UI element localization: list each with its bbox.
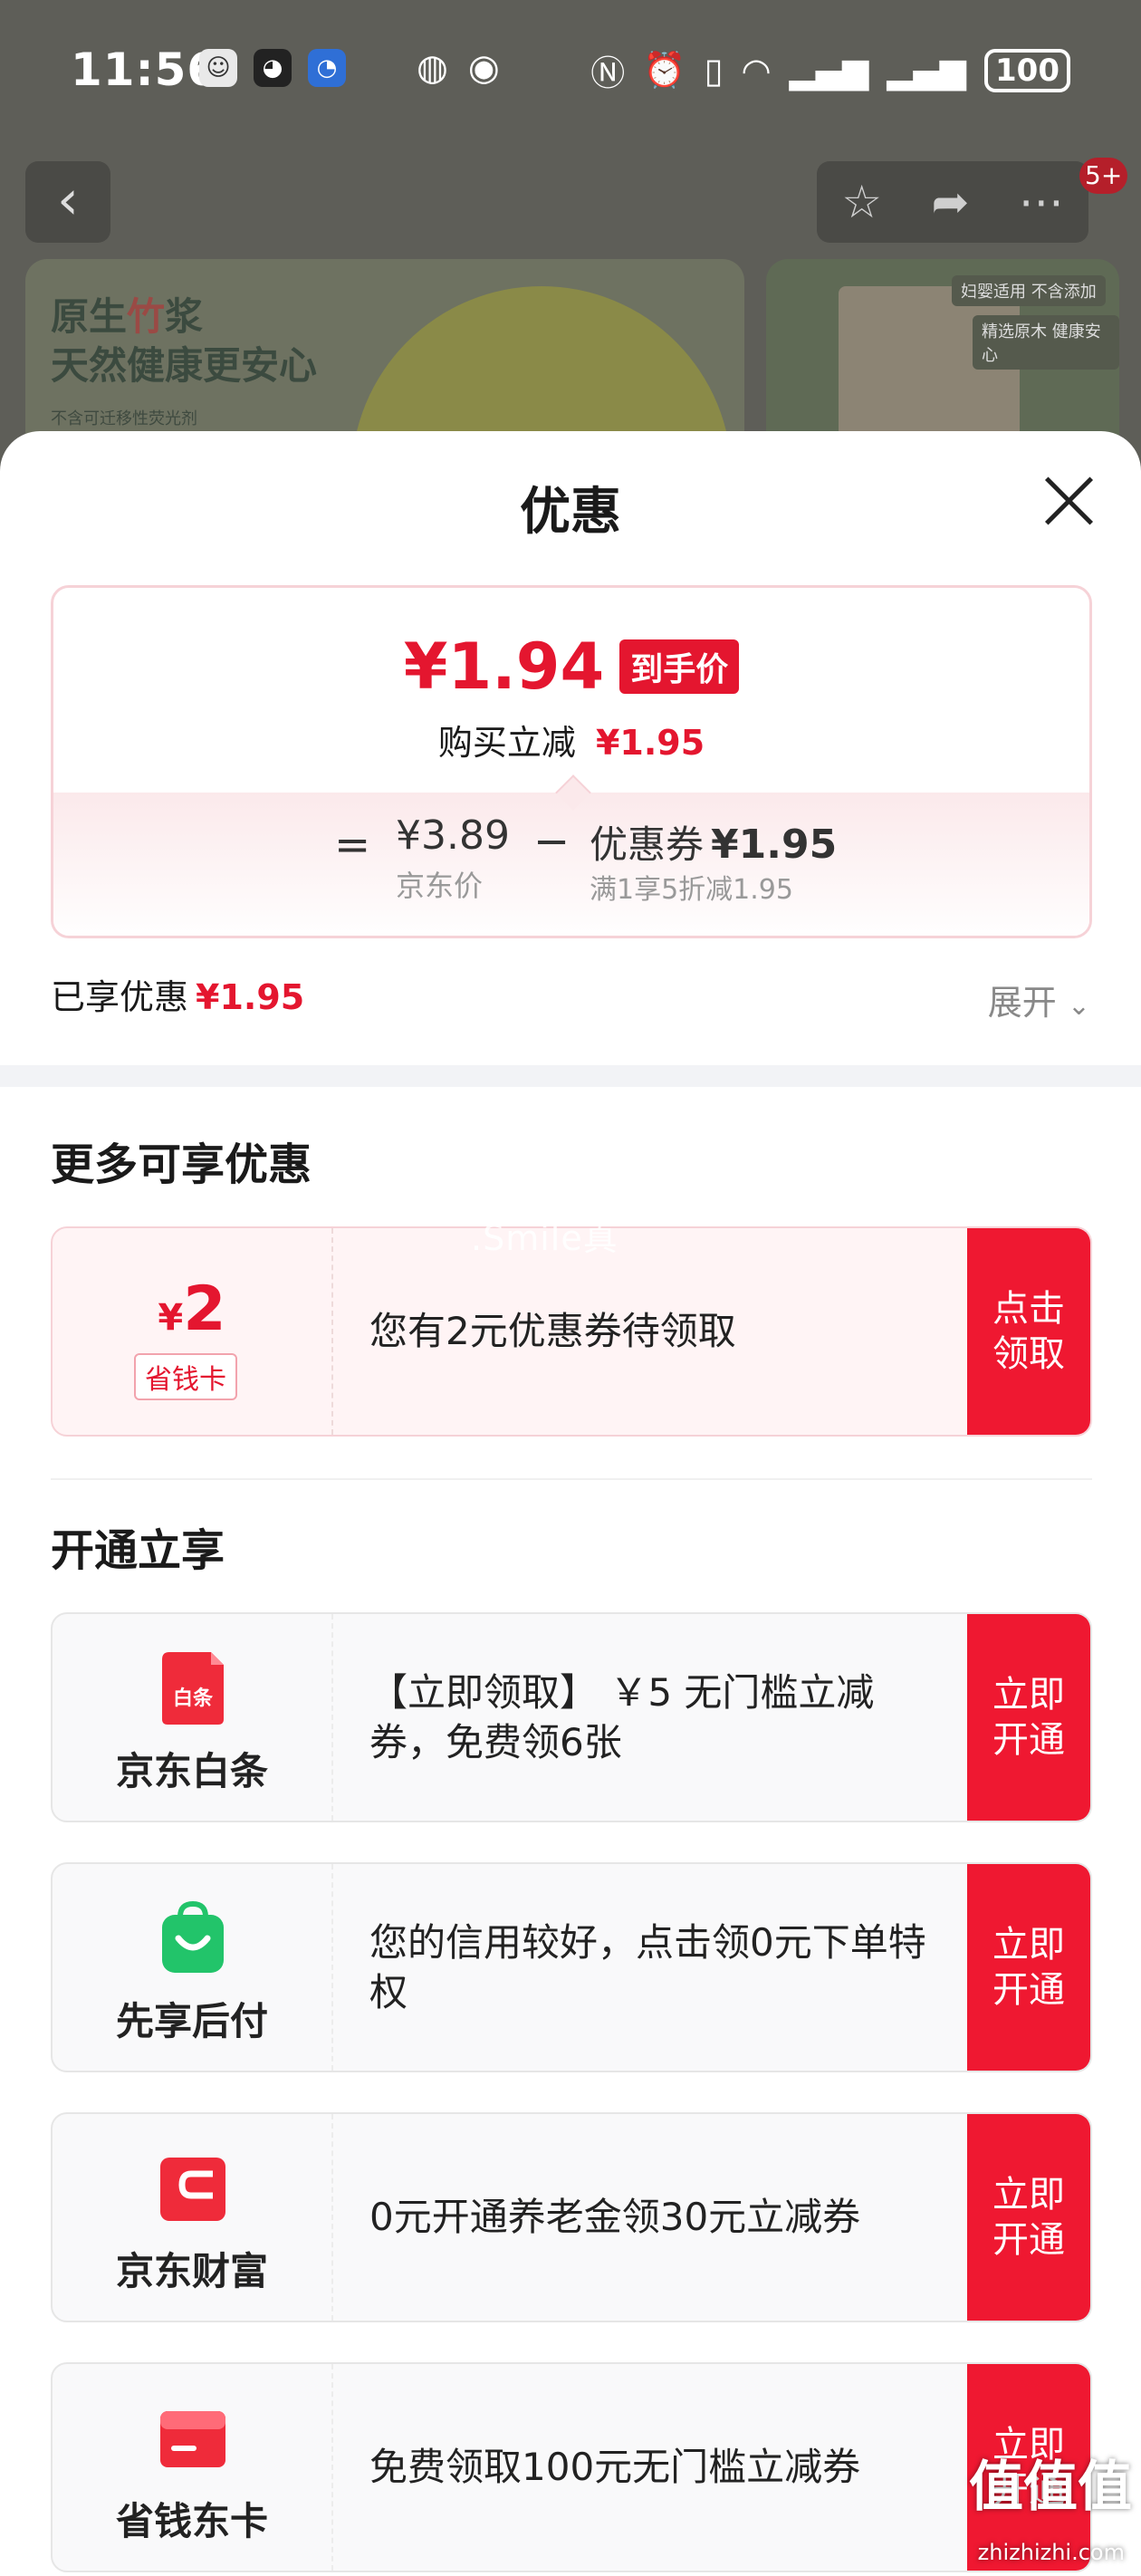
enjoyed-amount: ¥1.95 [196, 977, 305, 1017]
open-button[interactable]: 立即开通 [967, 2114, 1090, 2321]
open-section-title: 开通立享 [51, 1525, 225, 1576]
message-badge: 5+ [1079, 158, 1128, 194]
offer-text: 0元开通养老金领30元立减券 [369, 2195, 861, 2240]
coupon-rule: 满1享5折减1.95 [590, 874, 793, 906]
offer-text: 免费领取100元无门槛立减券 [369, 2445, 861, 2490]
offer-brand-area: 白条 京东白条 [53, 1614, 333, 1821]
banner-headline-2: 天然健康更安心 [51, 343, 318, 388]
battery-indicator: 100 [984, 48, 1070, 92]
wifi-icon: ◠ [741, 50, 772, 91]
discount-sheet: 优惠 ¥1.94 到手价 购买立减 ¥1.95 = ¥3.89 京东价 − 优惠… [0, 431, 1141, 2576]
wallet-icon [160, 2158, 225, 2221]
offer-item-xianxiang: 先享后付 您的信用较好，点击领0元下单特权 立即开通 [51, 1862, 1092, 2072]
qq-icon: ◕ [254, 49, 292, 87]
brand-name: 京东财富 [115, 2249, 268, 2293]
instant-discount-label: 购买立减 [437, 723, 576, 763]
close-icon[interactable] [1041, 473, 1096, 527]
offer-text: 您的信用较好，点击领0元下单特权 [369, 1919, 926, 2014]
product-banner-left: 原生竹浆 天然健康更安心 不含可迁移性荧光剂 [25, 259, 744, 458]
claim-coupon-button[interactable]: 点击领取 [967, 1228, 1090, 1435]
system-status-icons: Ⓝ ⏰ ▯ ◠ ▂▄▆ ▂▄▆ 100 [590, 45, 1070, 95]
app-blue-icon: ◔ [308, 49, 346, 87]
nfc-icon: Ⓝ [590, 53, 626, 93]
coupon-value: ¥2 [158, 1274, 226, 1345]
vibrate-icon: ▯ [704, 50, 724, 91]
coupon-offer-text: 您有2元优惠券待领取 [369, 1309, 736, 1354]
coupon-line: 优惠券 ¥1.95 [590, 814, 837, 870]
offer-brand-area: 先享后付 [53, 1864, 333, 2071]
instant-discount-row: 购买立减 ¥1.95 [53, 715, 1089, 764]
coupon-badge-area: ¥2 省钱卡 [53, 1228, 333, 1435]
price-formula: = ¥3.89 京东价 − 优惠券 ¥1.95 满1享5折减1.95 [53, 793, 1089, 936]
site-logo: 值值值 [969, 2456, 1132, 2519]
signal-icon: ▂▄▆ [789, 50, 869, 91]
chevron-down-icon: ⌄ [1067, 990, 1090, 1022]
back-button[interactable]: ‹ [25, 161, 110, 243]
jd-price: ¥3.89 [396, 812, 510, 859]
minus-sign: − [533, 816, 570, 867]
more-offers-title: 更多可享优惠 [51, 1139, 312, 1190]
offer-brand-area: 京东财富 [53, 2114, 333, 2321]
open-button[interactable]: 立即开通 [967, 1614, 1090, 1821]
open-button[interactable]: 立即开通 [967, 1864, 1090, 2071]
equals-sign: = [334, 820, 371, 870]
card-icon [160, 2411, 225, 2467]
favorite-star-icon[interactable]: ☆ [841, 176, 882, 228]
enjoyed-label: 已享优惠 [51, 977, 189, 1017]
instant-discount-amount: ¥1.95 [595, 723, 705, 763]
notification-icons: ☺ ◕ ◔ [199, 49, 346, 87]
data-saver-icon: ◍ [417, 47, 448, 89]
final-price: ¥1.94 [403, 630, 605, 704]
status-time: 11:56 [71, 43, 220, 96]
offer-item-dongka: 省钱东卡 免费领取100元无门槛立减券 立即开通 [51, 2362, 1092, 2572]
section-separator [51, 1478, 1092, 1480]
sheet-title: 优惠 [520, 483, 621, 542]
enjoyed-discount: 已享优惠 ¥1.95 [51, 969, 304, 1019]
savings-card-badge: 省钱卡 [134, 1353, 237, 1400]
app-notification-icon: ☺ [199, 49, 237, 87]
offer-text: 【立即领取】 ￥5 无门槛立减券，免费领6张 [369, 1669, 875, 1764]
brand-name: 京东白条 [115, 1749, 268, 1793]
price-breakdown-card: ¥1.94 到手价 购买立减 ¥1.95 = ¥3.89 京东价 − 优惠券 ¥1… [51, 585, 1092, 938]
shopping-bag-icon [162, 1900, 224, 1973]
expand-button[interactable]: 展开 ⌄ [988, 975, 1090, 1024]
brand-name: 先享后付 [115, 1999, 268, 2043]
site-url: zhizhizhi.com [977, 2540, 1125, 2565]
signal-2-icon: ▂▄▆ [887, 50, 967, 91]
product-banner-right: 妇婴适用 不含添加 精选原木 健康安心 [766, 259, 1119, 458]
status-bar: 11:56 ☺ ◕ ◔ ◍ ◉ Ⓝ ⏰ ▯ ◠ ▂▄▆ ▂▄▆ 100 [0, 36, 1141, 109]
offer-item-baitiao: 白条 京东白条 【立即领取】 ￥5 无门槛立减券，免费领6张 立即开通 [51, 1612, 1092, 1822]
more-icon[interactable]: ⋯ [1019, 176, 1064, 228]
coupon-amount: ¥1.95 [711, 822, 838, 868]
status-misc-icons: ◍ ◉ [417, 47, 500, 89]
coupon-label: 优惠券 [590, 822, 705, 867]
brand-name: 省钱东卡 [115, 2499, 268, 2543]
eye-icon: ◉ [467, 47, 500, 89]
banner-tag-2: 精选原木 健康安心 [973, 315, 1119, 370]
final-price-tag: 到手价 [619, 639, 740, 694]
baitiao-icon: 白条 [162, 1652, 224, 1725]
banner-headline-1: 原生竹浆 [51, 294, 204, 339]
alarm-icon: ⏰ [643, 50, 686, 90]
share-icon[interactable]: ➦ [931, 176, 969, 228]
banner-subtext: 不含可迁移性荧光剂 [51, 409, 197, 428]
jd-price-label: 京东价 [396, 869, 484, 903]
final-price-row: ¥1.94 到手价 [53, 630, 1089, 704]
top-actions: ☆ ➦ ⋯ [817, 161, 1088, 243]
offer-item-caifu: 京东财富 0元开通养老金领30元立减券 立即开通 [51, 2112, 1092, 2322]
section-divider [0, 1065, 1141, 1087]
banner-tag-1: 妇婴适用 不含添加 [952, 275, 1106, 306]
watermark-text: .Smile真 [471, 1218, 618, 1258]
final-price-section: ¥1.94 到手价 购买立减 ¥1.95 [53, 588, 1089, 793]
expand-label: 展开 [987, 983, 1057, 1023]
offer-brand-area: 省钱东卡 [53, 2364, 333, 2571]
svg-text:白条: 白条 [173, 1687, 214, 1710]
